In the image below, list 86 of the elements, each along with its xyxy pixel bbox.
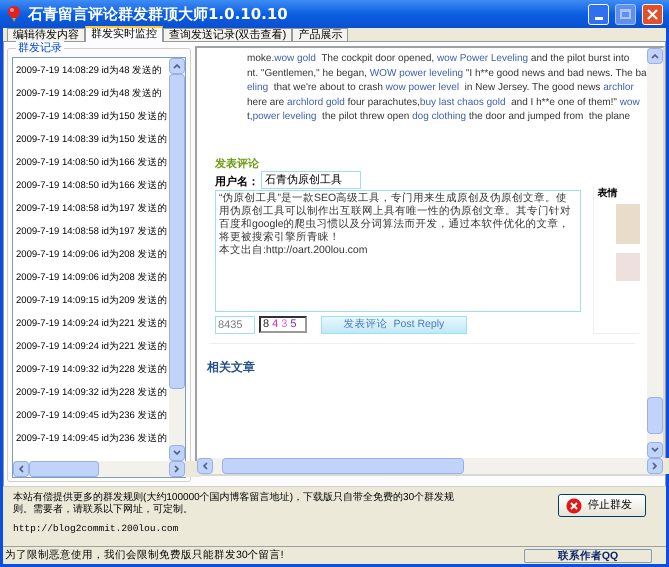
scrollbar-thumb[interactable] [169,74,185,390]
stop-button[interactable]: 停止群发 [558,494,646,517]
log-entry[interactable]: 2009-7-19 14:08:50 id为166 发送的 [13,151,169,174]
notice-text: 本站有偿提供更多的群发规则(大约100000个国内博客留言地址)，下载版只自带全免费的30个群发规则。需要者，请联系以下网址，可定制。 [13,492,456,516]
log-entry[interactable]: 2009-7-19 14:09:06 id为208 发送的 [13,266,169,289]
article-text: t,power leveling the pilot threw open dog clothing the door and jumped from the plane [247,110,632,124]
chevron-up-icon [650,53,659,59]
log-entry[interactable]: 2009-7-19 14:09:24 id为221 发送的 [13,335,169,358]
emoticon-placeholder[interactable] [616,252,640,280]
contact-url: http://blog2commit.200lou.com [13,522,180,536]
article-link[interactable]: eling [247,82,268,93]
article-link[interactable]: wow Power Leveling [436,53,528,64]
log-entry[interactable]: 2009-7-19 14:09:15 id为209 发送的 [13,289,169,312]
chevron-left-icon [202,462,208,470]
related-heading: 相关文章 [207,358,256,376]
article-link[interactable]: archlor [603,82,634,93]
scrollbar-thumb[interactable] [222,458,464,474]
chevron-right-icon [174,465,180,473]
username-label: 用户名： [215,174,259,188]
scroll-left-button[interactable] [197,458,213,474]
article-link[interactable]: wow gold [274,53,316,64]
tab[interactable]: 查询发送记录(双击查看) [163,28,292,41]
contact-author-link[interactable]: 联系作者QQ [524,548,652,562]
article-text: nt. "Gentlemen," he began, WOW power leveling "I h**e good news and bad news. The ba [247,66,647,80]
comment-field[interactable]: “伪原创工具”是一款SEO高级工具，专门用来生成原创及伪原创文章。使用伪原创工具可以制作出互联网上具有唯一性的伪原创文章。其专门针对百度和google的爬虫习惯以及分词算法而开发，通过本软件优化的文章，将更被搜索引擎所青睐！ 本文出自:http://oart.200lou.com [215,190,581,312]
log-entry[interactable]: 2009-7-19 14:08:50 id为166 发送的 [13,174,169,197]
log-entry[interactable]: 2009-7-19 14:08:29 id为48 发送的 [13,82,169,105]
chevron-up-icon [173,63,181,69]
article-link[interactable]: wow power level [386,82,460,93]
article-link[interactable]: archlord gold [287,96,345,108]
username-field[interactable]: 石青伪原创工具 [261,170,361,188]
scroll-right-button[interactable] [646,458,663,474]
log-entry[interactable]: 2009-7-19 14:08:39 id为150 发送的 [13,105,169,128]
horizontal-scrollbar[interactable] [197,458,663,474]
stop-icon [566,498,582,514]
groupbox-title: 群发记录 [16,41,64,55]
log-entry[interactable]: 2009-7-19 14:09:06 id为208 发送的 [13,243,169,266]
article-link[interactable]: wow [620,96,640,108]
article-link[interactable]: dog clothing [412,111,466,122]
log-entry[interactable]: 2009-7-19 14:08:39 id为150 发送的 [13,128,169,151]
comment-text: “伪原创工具”是一款SEO高级工具，专门用来生成原创及伪原创文章。使用伪原创工具可以制作出互联网上具有唯一性的伪原创文章。其专门针对百度和google的爬虫习惯以及分词算法而开发，通过本软件优化的文章，将更被搜索引擎所青睐！ [219,192,572,244]
status-message: 为了限制恶意使用，我们会限制免费版只能群发30个留言! [5,548,284,563]
scrollbar-thumb[interactable] [29,461,99,477]
vertical-scrollbar[interactable] [646,48,663,458]
chevron-right-icon [652,462,658,470]
log-entry[interactable]: 2009-7-19 14:09:45 id为236 发送的 [13,404,169,427]
article-link[interactable]: power leveling [252,111,316,122]
emoticons-label: 表情 [596,186,619,200]
horizontal-scrollbar[interactable] [13,461,185,477]
app-logo-icon [6,5,22,23]
scroll-left-button[interactable] [13,461,29,477]
log-entry[interactable]: 2009-7-19 14:08:29 id为48 发送的 [13,59,169,82]
tab[interactable]: 编辑待发内容 [7,28,85,41]
tab[interactable]: 群发实时监控 [85,26,163,42]
log-entry[interactable]: 2009-7-19 14:09:45 id为236 发送的 [13,427,169,450]
article-link[interactable]: buy last chaos gold [420,96,506,108]
captcha-field[interactable]: 8435 [215,316,255,334]
log-entry[interactable]: 2009-7-19 14:08:58 id为197 发送的 [13,220,169,243]
close-icon [647,8,658,20]
emoticon-placeholder[interactable] [616,204,640,244]
article-text: moke.wow gold The cockpit door opened, wow Power Leveling and the pilot burst into [247,52,630,66]
article-text: eling that we're about to crash wow power level in New Jersey. The good news archlor [247,81,635,95]
log-entry[interactable]: 2009-7-19 14:09:32 id为228 发送的 [13,381,169,404]
scroll-down-button[interactable] [646,442,663,458]
log-entry[interactable]: 2009-7-19 14:08:58 id为197 发送的 [13,197,169,220]
scroll-down-button[interactable] [169,445,185,461]
article-link[interactable]: WOW power leveling [370,68,464,78]
chevron-left-icon [18,465,24,473]
comment-heading: 发表评论 [215,156,260,170]
scrollbar-thumb[interactable] [646,396,663,434]
tab[interactable]: 产品展示 [292,28,348,41]
chevron-down-icon [173,450,181,456]
scroll-up-button[interactable] [646,48,663,64]
minimize-button[interactable] [588,4,609,24]
close-button[interactable] [642,4,663,24]
vertical-scrollbar[interactable] [169,58,185,461]
scroll-up-button[interactable] [169,58,185,74]
log-entry[interactable]: 2009-7-19 14:09:32 id为228 发送的 [13,358,169,381]
scroll-right-button[interactable] [169,461,185,477]
article-text: here are archlord gold four parachutes,buy last chaos gold and I h**e one of them!" wow [247,96,641,110]
chevron-down-icon [650,447,659,453]
window-title: 石青留言评论群发群顶大师1.0.10.10 [28,4,288,25]
comment-text: 本文出自:http://oart.200lou.com [219,244,368,256]
maximize-button[interactable] [615,4,636,24]
post-reply-button[interactable]: 发表评论 Post Reply [321,316,467,334]
log-entry[interactable]: 2009-7-19 14:09:24 id为221 发送的 [13,312,169,335]
